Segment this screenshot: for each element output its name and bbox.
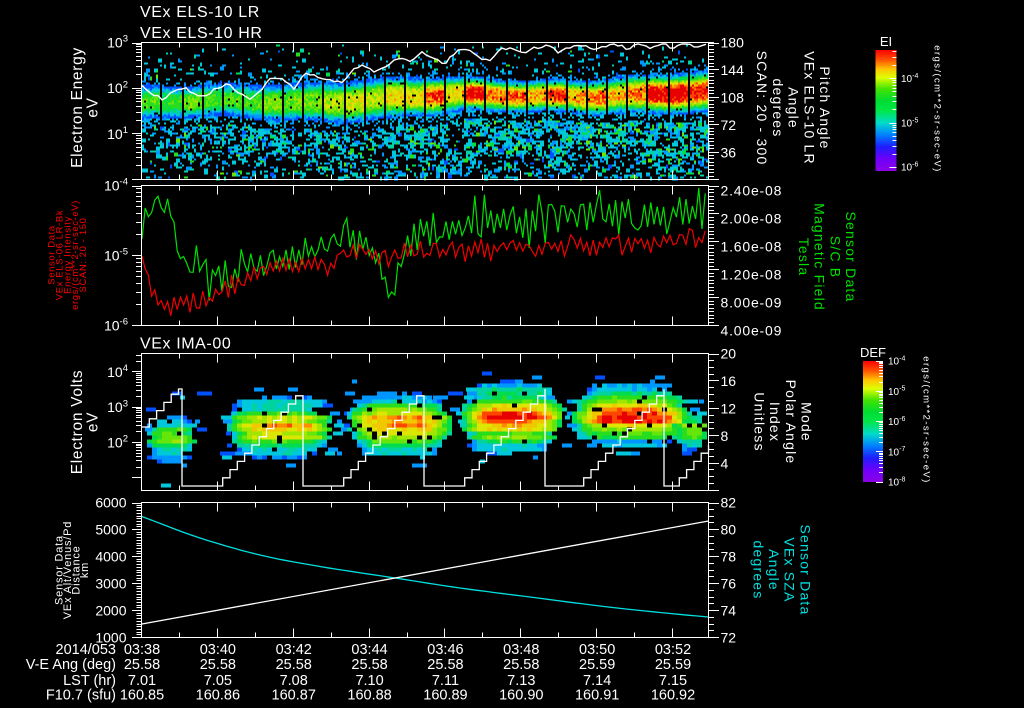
svg-text:4.00e-09: 4.00e-09 bbox=[721, 322, 783, 338]
svg-text:160.87: 160.87 bbox=[272, 688, 316, 704]
svg-text:1.60e-08: 1.60e-08 bbox=[721, 238, 783, 254]
svg-text:6000: 6000 bbox=[95, 495, 126, 511]
svg-text:160.88: 160.88 bbox=[347, 688, 391, 704]
svg-text:25.58: 25.58 bbox=[124, 657, 160, 673]
svg-text:8: 8 bbox=[721, 428, 729, 444]
svg-text:144: 144 bbox=[721, 62, 745, 78]
svg-text:4: 4 bbox=[721, 455, 729, 471]
svg-text:180: 180 bbox=[721, 35, 745, 51]
svg-text:16: 16 bbox=[721, 373, 737, 389]
svg-text:12: 12 bbox=[721, 401, 737, 417]
svg-text:03:40: 03:40 bbox=[200, 642, 236, 658]
svg-text:03:44: 03:44 bbox=[351, 642, 387, 658]
svg-text:F10.7 (sfu): F10.7 (sfu) bbox=[46, 688, 116, 704]
svg-text:EI: EI bbox=[880, 34, 892, 49]
svg-text:36: 36 bbox=[721, 144, 737, 160]
svg-text:4000: 4000 bbox=[95, 549, 126, 565]
svg-text:25.58: 25.58 bbox=[351, 657, 387, 673]
svg-text:80: 80 bbox=[721, 522, 737, 538]
svg-text:3000: 3000 bbox=[95, 576, 126, 592]
svg-text:160.91: 160.91 bbox=[575, 688, 619, 704]
svg-text:78: 78 bbox=[721, 549, 737, 565]
svg-text:03:46: 03:46 bbox=[427, 642, 463, 658]
svg-text:03:50: 03:50 bbox=[579, 642, 615, 658]
svg-text:VEx IMA-00: VEx IMA-00 bbox=[140, 336, 231, 353]
svg-text:72: 72 bbox=[721, 117, 737, 133]
svg-text:25.58: 25.58 bbox=[200, 657, 236, 673]
svg-text:V-E Ang (deg): V-E Ang (deg) bbox=[26, 657, 116, 673]
svg-text:74: 74 bbox=[721, 603, 737, 619]
svg-text:25.59: 25.59 bbox=[655, 657, 691, 673]
svg-text:160.86: 160.86 bbox=[196, 688, 240, 704]
svg-text:5000: 5000 bbox=[95, 522, 126, 538]
svg-text:20: 20 bbox=[721, 346, 737, 362]
svg-text:82: 82 bbox=[721, 495, 737, 511]
svg-text:108: 108 bbox=[721, 90, 745, 106]
svg-text:25.58: 25.58 bbox=[427, 657, 463, 673]
svg-text:03:42: 03:42 bbox=[276, 642, 312, 658]
svg-text:DEF: DEF bbox=[860, 345, 886, 360]
svg-text:160.85: 160.85 bbox=[120, 688, 164, 704]
svg-text:25.58: 25.58 bbox=[276, 657, 312, 673]
svg-text:160.89: 160.89 bbox=[423, 688, 467, 704]
svg-text:160.90: 160.90 bbox=[499, 688, 543, 704]
svg-text:2.40e-08: 2.40e-08 bbox=[721, 183, 783, 199]
svg-text:25.59: 25.59 bbox=[579, 657, 615, 673]
svg-text:2.00e-08: 2.00e-08 bbox=[721, 210, 783, 226]
svg-text:VEx ELS-10 LR: VEx ELS-10 LR bbox=[140, 4, 260, 21]
svg-text:03:48: 03:48 bbox=[503, 642, 539, 658]
svg-text:03:38: 03:38 bbox=[124, 642, 160, 658]
svg-text:160.92: 160.92 bbox=[651, 688, 695, 704]
svg-text:8.00e-09: 8.00e-09 bbox=[721, 294, 783, 310]
svg-text:76: 76 bbox=[721, 576, 737, 592]
svg-text:03:52: 03:52 bbox=[655, 642, 691, 658]
svg-text:ergs/(cm**2-sr-sec-eV): ergs/(cm**2-sr-sec-eV) bbox=[932, 45, 943, 172]
svg-text:72: 72 bbox=[721, 630, 737, 646]
svg-text:2014/053: 2014/053 bbox=[56, 642, 116, 658]
svg-text:VEx ELS-10 HR: VEx ELS-10 HR bbox=[140, 25, 263, 42]
svg-text:2000: 2000 bbox=[95, 603, 126, 619]
svg-text:25.58: 25.58 bbox=[503, 657, 539, 673]
svg-text:1.20e-08: 1.20e-08 bbox=[721, 266, 783, 282]
svg-text:ergs/(cm**2-sr-sec-eV): ergs/(cm**2-sr-sec-eV) bbox=[921, 356, 932, 483]
